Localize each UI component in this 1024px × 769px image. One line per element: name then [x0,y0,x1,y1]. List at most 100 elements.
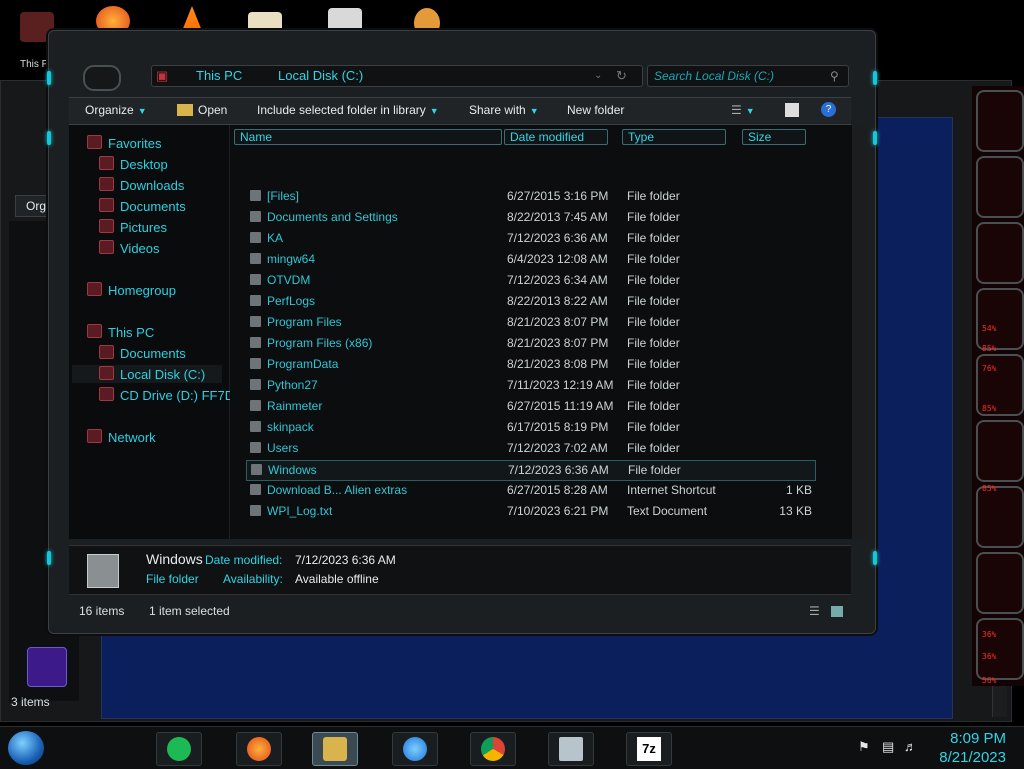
vertical-scrollbar[interactable] [853,125,867,539]
nav-homegroup[interactable]: Homegroup [87,282,176,298]
preview-pane-icon[interactable] [785,103,799,117]
file-row[interactable]: Windows 7/12/2023 6:36 AM File folder [246,460,816,481]
taskbar-monitor-button[interactable] [548,732,594,766]
file-date: 6/27/2015 8:28 AM [507,483,608,497]
file-size: 13 KB [779,504,812,518]
taskbar-firefox-button[interactable] [236,732,282,766]
file-row[interactable]: OTVDM 7/12/2023 6:34 AM File folder [246,271,814,290]
file-row[interactable]: WPI_Log.txt 7/10/2023 6:21 PM Text Documen… [246,502,814,521]
action-center-icon[interactable]: ⚑ [858,739,870,755]
search-icon[interactable]: ⚲ [830,69,839,83]
explorer-window[interactable]: ▣ This PC Local Disk (C:) ⌄ ↻ Search Loc… [47,30,877,634]
alien-readout: 85% [982,404,997,413]
volume-icon[interactable]: ♬ [904,739,917,754]
new-folder-button[interactable]: New folder [567,103,624,117]
breadcrumb-local-disk[interactable]: Local Disk (C:) [278,68,363,83]
column-header-date[interactable]: Date modified [504,129,608,145]
include-library-button[interactable]: Include selected folder in library ▼ [257,103,439,117]
homegroup-icon [87,282,102,296]
file-name: WPI_Log.txt [267,504,333,518]
details-date-label: Date modified: [205,553,283,567]
nav-downloads[interactable]: Downloads [99,177,184,193]
navigation-pane: Favorites Desktop Downloads Documents Pi… [69,125,234,539]
bg-status-items: 3 items [11,695,50,709]
file-row[interactable]: Program Files 8/21/2023 8:07 PM File folde… [246,313,814,332]
microphone-app-icon[interactable] [27,647,67,687]
taskbar-clock[interactable]: 8:09 PM 8/21/2023 [939,729,1006,767]
search-input[interactable]: Search Local Disk (C:) ⚲ [647,65,849,87]
file-row[interactable]: Program Files (x86) 8/21/2023 8:07 PM File… [246,334,814,353]
file-row[interactable]: KA 7/12/2023 6:36 AM File folder [246,229,814,248]
status-selected: 1 item selected [149,604,230,618]
file-icon [250,316,261,327]
file-name: [Files] [267,189,300,203]
nav-favorites[interactable]: Favorites [87,135,161,151]
computer-icon: ▣ [156,68,169,83]
taskbar-7zip-button[interactable]: 7z [626,732,672,766]
taskbar-spotify-button[interactable] [156,732,202,766]
file-type: Internet Shortcut [627,483,716,497]
column-header-type[interactable]: Type [622,129,726,145]
nav-videos[interactable]: Videos [99,240,160,256]
file-row[interactable]: Users 7/12/2023 7:02 AM File folder [246,439,814,458]
command-bar: Organize ▼ Open Include selected folder i… [69,97,851,125]
help-icon[interactable]: ? [821,102,836,117]
file-type: File folder [627,189,680,203]
file-row[interactable]: ProgramData 8/21/2023 8:08 PM File folder [246,355,814,374]
details-view-icon[interactable]: ☰ [809,604,820,618]
file-date: 6/27/2015 11:19 AM [507,399,614,413]
open-button[interactable]: Open [177,103,227,117]
file-row[interactable]: Download B... Alien extras 6/27/2015 8:28… [246,481,814,500]
nav-pc-documents[interactable]: Documents [99,345,186,361]
file-type: File folder [627,273,680,287]
column-header-name[interactable]: Name [234,129,502,145]
organize-button[interactable]: Organize ▼ [85,103,147,117]
search-placeholder: Search Local Disk (C:) [654,69,775,83]
chevron-down-icon[interactable]: ⌄ [594,70,602,81]
file-type: File folder [627,441,680,455]
alien-readout: 76% [982,364,997,373]
file-name: Rainmeter [267,399,323,413]
file-row[interactable]: PerfLogs 8/22/2013 8:22 AM File folder [246,292,814,311]
file-row[interactable]: skinpack 6/17/2015 8:19 PM File folder [246,418,814,437]
file-icon [250,337,261,348]
file-type: File folder [627,336,680,350]
frame-light [47,71,51,85]
back-forward-button[interactable] [83,65,121,91]
network-tray-icon[interactable]: ▤ [882,739,894,755]
file-row[interactable]: Python27 7/11/2023 12:19 AM File folder [246,376,814,395]
nav-this-pc[interactable]: This PC [87,324,154,340]
breadcrumb-this-pc[interactable]: This PC [196,68,242,83]
file-row[interactable]: mingw64 6/4/2023 12:08 AM File folder [246,250,814,269]
file-icon [250,442,261,453]
file-date: 8/21/2023 8:08 PM [507,357,609,371]
file-type: File folder [627,252,680,266]
nav-local-disk[interactable]: Local Disk (C:) [72,365,222,383]
file-row[interactable]: Documents and Settings 8/22/2013 7:45 AM F… [246,208,814,227]
view-options-icon[interactable]: ☰ ▼ [731,103,755,117]
folder-icon [87,554,119,588]
nav-desktop[interactable]: Desktop [99,156,168,172]
nav-cd-drive[interactable]: CD Drive (D:) FF7D [99,387,234,403]
start-button[interactable] [8,731,44,765]
file-date: 8/21/2023 8:07 PM [507,336,609,350]
taskbar-explorer-button[interactable] [312,732,358,766]
taskbar-ie-button[interactable] [392,732,438,766]
documents-icon [99,198,114,212]
file-date: 7/12/2023 7:02 AM [507,441,608,455]
column-header-size[interactable]: Size [742,129,806,145]
taskbar-chrome-button[interactable] [470,732,516,766]
nav-documents[interactable]: Documents [99,198,186,214]
nav-pictures[interactable]: Pictures [99,219,167,235]
file-date: 8/21/2023 8:07 PM [507,315,609,329]
nav-network[interactable]: Network [87,429,156,445]
large-icons-view-icon[interactable] [831,606,843,617]
clock-time: 8:09 PM [950,730,1006,747]
share-with-button[interactable]: Share with ▼ [469,103,539,117]
file-row[interactable]: [Files] 6/27/2015 3:16 PM File folder [246,187,814,206]
star-icon [87,135,102,149]
address-bar[interactable]: ▣ This PC Local Disk (C:) ⌄ ↻ [151,65,643,87]
refresh-icon[interactable]: ↻ [616,68,627,84]
file-row[interactable]: Rainmeter 6/27/2015 11:19 AM File folder [246,397,814,416]
details-name: Windows [146,551,203,567]
